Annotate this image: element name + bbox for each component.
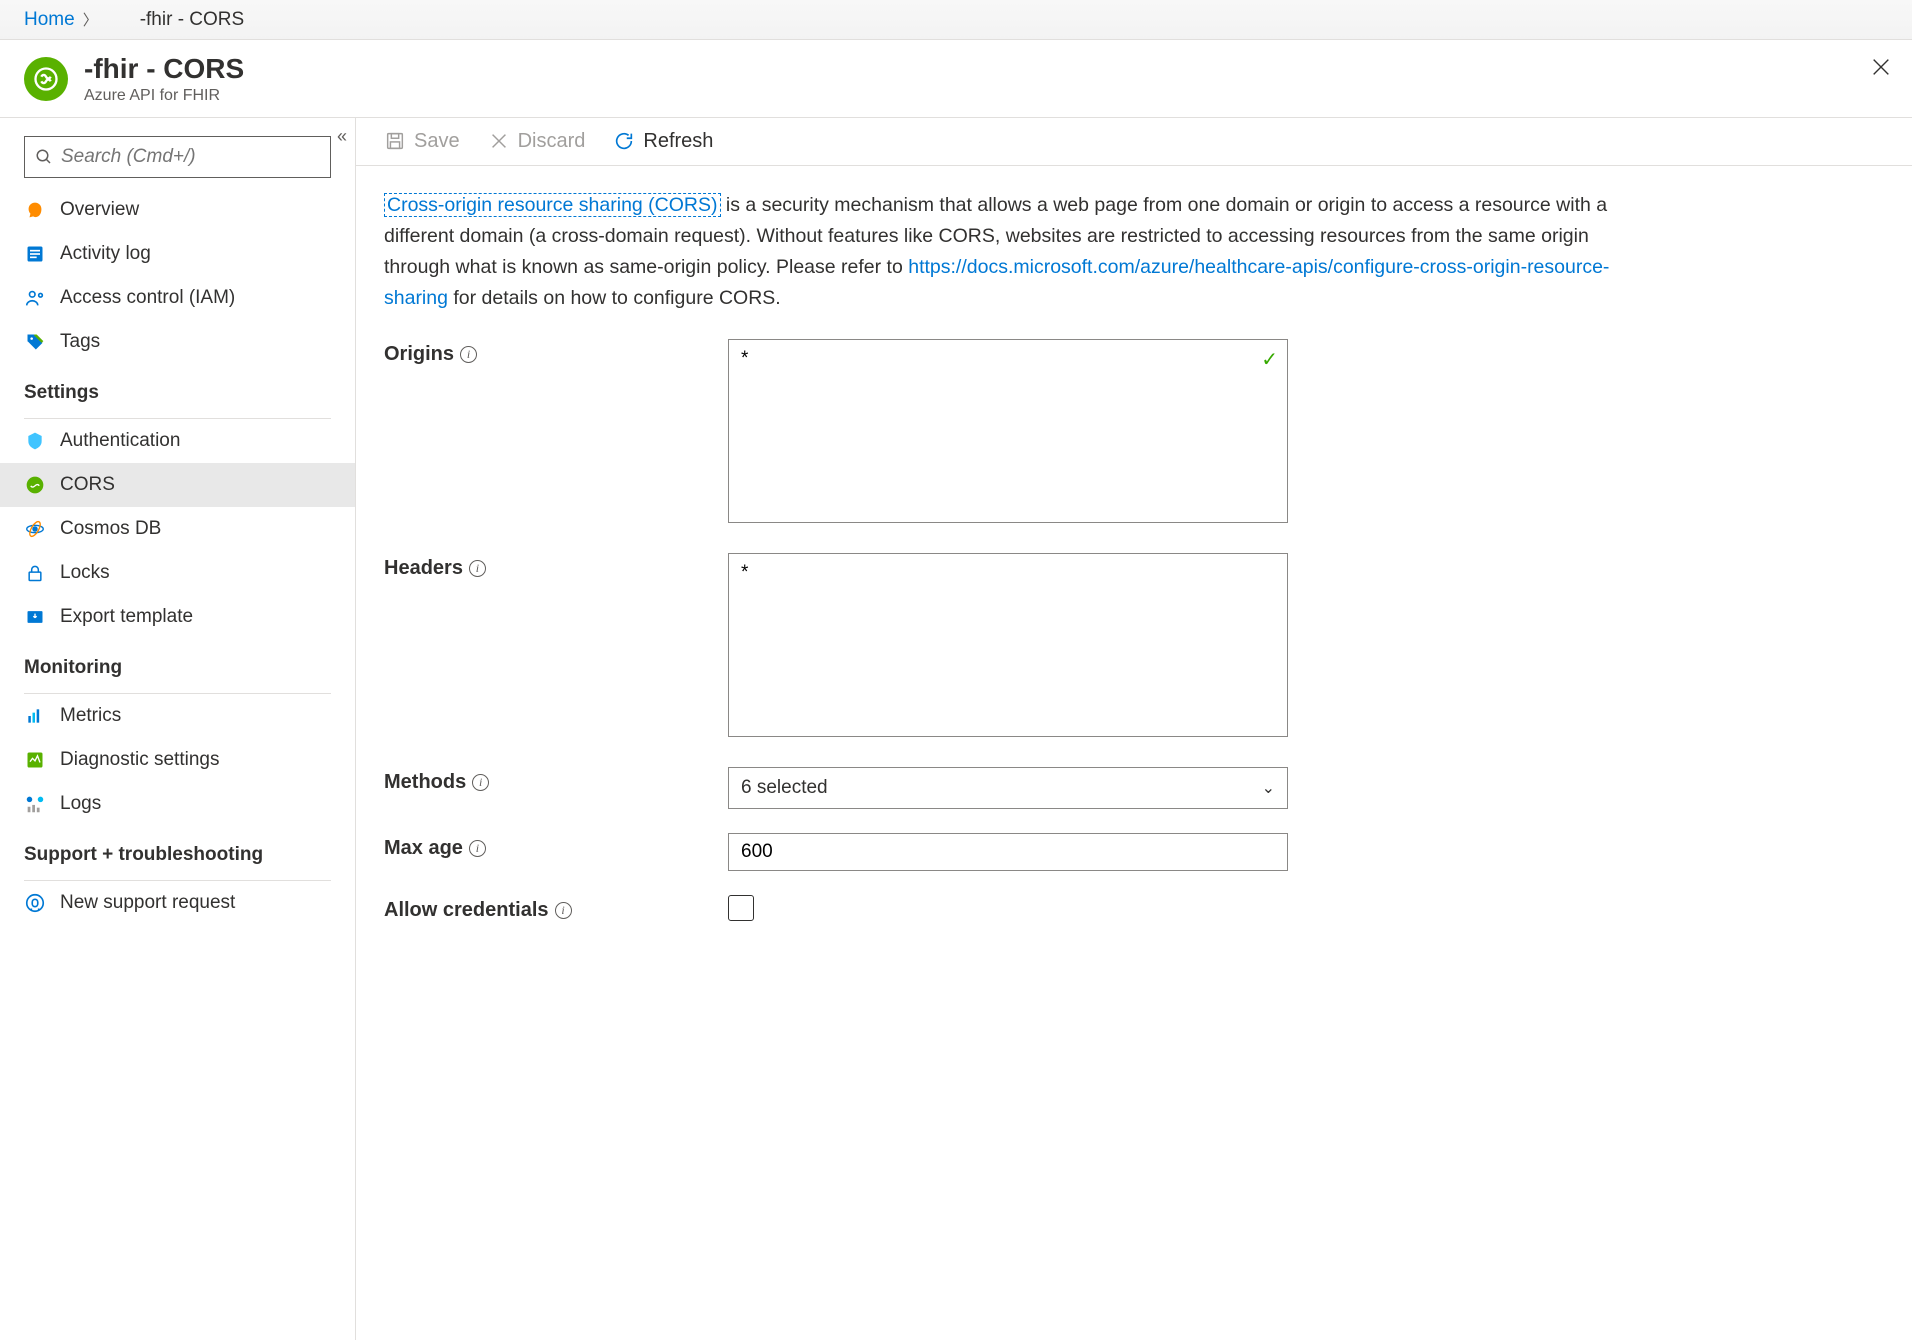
sidebar-item-label: Tags (60, 331, 100, 353)
sidebar-item-metrics[interactable]: Metrics (0, 694, 355, 738)
sidebar-section-support: Support + troubleshooting (0, 826, 355, 874)
support-icon (24, 892, 46, 914)
methods-value: 6 selected (741, 777, 828, 799)
resource-icon (24, 57, 68, 101)
sidebar-item-logs[interactable]: Logs (0, 782, 355, 826)
sidebar-item-authentication[interactable]: Authentication (0, 419, 355, 463)
sidebar: « Overview Activity log Access control (… (0, 118, 356, 1340)
sidebar-item-label: Activity log (60, 243, 151, 265)
activity-log-icon (24, 243, 46, 265)
discard-icon (488, 130, 510, 152)
sidebar-item-label: Authentication (60, 430, 180, 452)
info-icon[interactable]: i (469, 560, 486, 577)
save-icon (384, 130, 406, 152)
breadcrumb-current: -fhir - CORS (140, 9, 245, 31)
info-icon[interactable]: i (555, 902, 572, 919)
toolbar: Save Discard Refresh (356, 118, 1912, 166)
allowcred-checkbox[interactable] (728, 895, 754, 921)
sidebar-item-label: Access control (IAM) (60, 287, 235, 309)
sidebar-item-locks[interactable]: Locks (0, 551, 355, 595)
sidebar-item-cosmos-db[interactable]: Cosmos DB (0, 507, 355, 551)
search-icon (35, 148, 53, 166)
close-button[interactable] (1870, 54, 1892, 85)
sidebar-item-cors[interactable]: CORS (0, 463, 355, 507)
discard-button[interactable]: Discard (488, 130, 586, 153)
sidebar-item-label: Export template (60, 606, 193, 628)
origins-label: Origins i (384, 339, 728, 366)
cors-link[interactable]: Cross-origin resource sharing (CORS) (384, 193, 721, 217)
info-icon[interactable]: i (472, 774, 489, 791)
save-label: Save (414, 130, 460, 153)
sidebar-item-export-template[interactable]: Export template (0, 595, 355, 639)
page-subtitle: Azure API for FHIR (84, 87, 244, 105)
headers-label: Headers i (384, 553, 728, 580)
methods-label: Methods i (384, 767, 728, 794)
sidebar-item-label: New support request (60, 892, 235, 914)
sidebar-item-label: Overview (60, 199, 139, 221)
sidebar-item-diagnostic-settings[interactable]: Diagnostic settings (0, 738, 355, 782)
description-text-2: for details on how to configure CORS. (448, 287, 781, 309)
allowcred-label: Allow credentials i (384, 895, 728, 922)
refresh-icon (613, 130, 635, 152)
refresh-label: Refresh (643, 130, 713, 153)
sidebar-section-settings: Settings (0, 364, 355, 412)
maxage-label: Max age i (384, 833, 728, 860)
locks-icon (24, 562, 46, 584)
discard-label: Discard (518, 130, 586, 153)
origins-input[interactable]: * (728, 339, 1288, 523)
sidebar-item-label: Cosmos DB (60, 518, 161, 540)
page-header: -fhir - CORS Azure API for FHIR (0, 40, 1912, 118)
logs-icon (24, 793, 46, 815)
info-icon[interactable]: i (469, 840, 486, 857)
metrics-icon (24, 705, 46, 727)
breadcrumb-home[interactable]: Home (24, 9, 75, 31)
authentication-icon (24, 430, 46, 452)
sidebar-item-label: Diagnostic settings (60, 749, 219, 771)
page-title: -fhir - CORS (84, 54, 244, 85)
headers-input[interactable]: * (728, 553, 1288, 737)
sidebar-item-label: Locks (60, 562, 110, 584)
methods-select[interactable]: 6 selected ⌄ (728, 767, 1288, 809)
info-icon[interactable]: i (460, 346, 477, 363)
diagnostic-settings-icon (24, 749, 46, 771)
content: Save Discard Refresh Cross-origin resour… (356, 118, 1912, 1340)
chevron-down-icon: ⌄ (1262, 778, 1275, 798)
sidebar-item-overview[interactable]: Overview (0, 188, 355, 232)
sidebar-item-tags[interactable]: Tags (0, 320, 355, 364)
cosmos-db-icon (24, 518, 46, 540)
sidebar-item-access-control[interactable]: Access control (IAM) (0, 276, 355, 320)
collapse-sidebar-button[interactable]: « (337, 126, 347, 147)
search-input[interactable] (61, 146, 320, 168)
sidebar-search[interactable] (24, 136, 331, 178)
sidebar-item-new-support-request[interactable]: New support request (0, 881, 355, 925)
description: Cross-origin resource sharing (CORS) is … (384, 190, 1648, 315)
sidebar-item-label: Metrics (60, 705, 121, 727)
overview-icon (24, 199, 46, 221)
refresh-button[interactable]: Refresh (613, 130, 713, 153)
maxage-input[interactable] (728, 833, 1288, 871)
checkmark-icon: ✓ (1261, 347, 1278, 372)
chevron-right-icon: 〉 (83, 9, 98, 30)
sidebar-section-monitoring: Monitoring (0, 639, 355, 687)
sidebar-item-label: CORS (60, 474, 115, 496)
export-template-icon (24, 606, 46, 628)
cors-icon (24, 474, 46, 496)
save-button[interactable]: Save (384, 130, 460, 153)
sidebar-item-label: Logs (60, 793, 101, 815)
access-control-icon (24, 287, 46, 309)
tags-icon (24, 331, 46, 353)
sidebar-item-activity-log[interactable]: Activity log (0, 232, 355, 276)
breadcrumb: Home 〉 -fhir - CORS (0, 0, 1912, 40)
